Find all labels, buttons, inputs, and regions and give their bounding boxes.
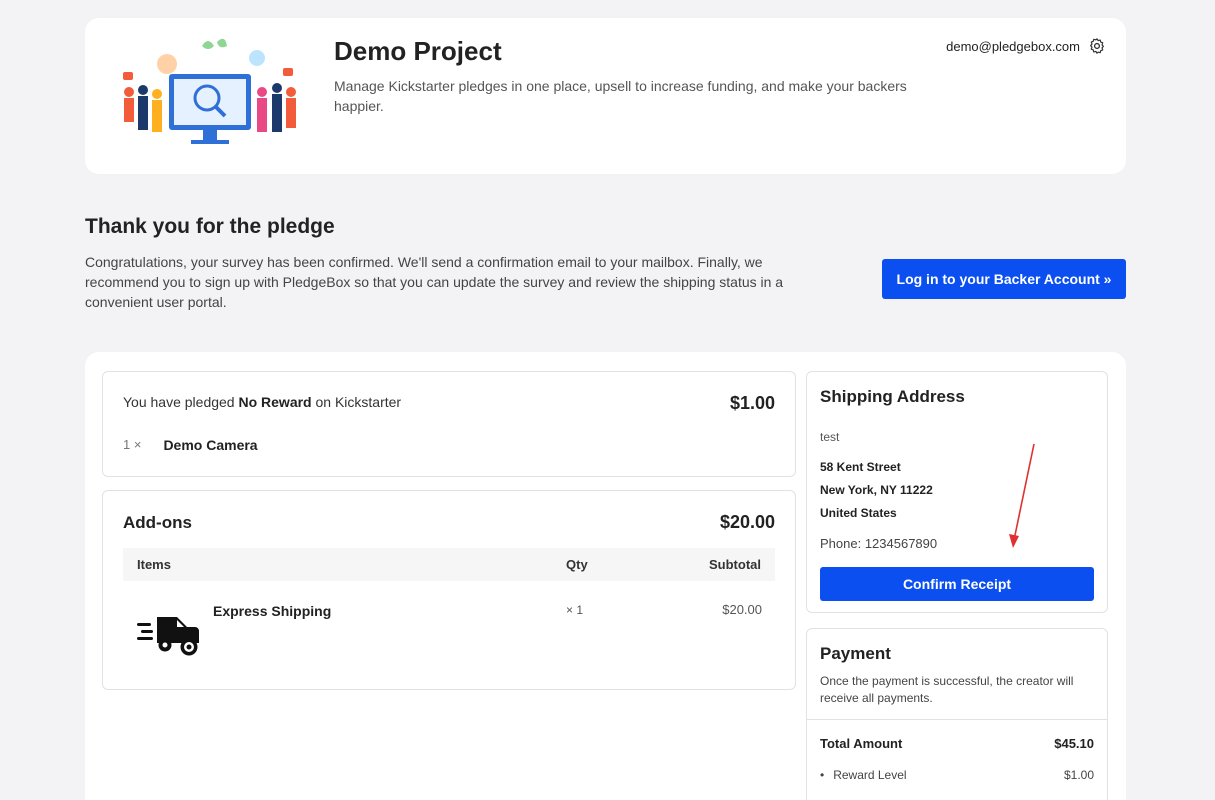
account-email[interactable]: demo@pledgebox.com <box>946 39 1080 54</box>
pledge-reward: No Reward <box>238 394 312 410</box>
project-description: Manage Kickstarter pledges in one place,… <box>334 78 907 114</box>
shipping-name: test <box>820 430 840 444</box>
pledge-item-qty: 1 × <box>123 437 142 452</box>
pledge-amount: $1.00 <box>729 393 775 413</box>
team-illustration-image <box>107 36 312 158</box>
thanks-message: Congratulations, your survey has been co… <box>85 254 784 310</box>
gear-icon[interactable] <box>1088 37 1106 55</box>
pledge-summary-card: You have pledged No Reward on Kickstarte… <box>85 352 1126 800</box>
shipping-city: New York, NY 11222 <box>820 483 933 497</box>
addons-amount: $20.00 <box>719 512 775 532</box>
account-menu[interactable]: demo@pledgebox.com <box>946 37 1106 55</box>
payment-breakdown-list: • Reward Level $1.00 <box>820 768 1094 791</box>
column-header-qty: Qty <box>566 557 588 572</box>
confirm-receipt-button[interactable]: Confirm Receipt <box>820 567 1094 601</box>
addons-title: Add-ons <box>123 513 192 532</box>
login-backer-account-button[interactable]: Log in to your Backer Account » <box>882 259 1126 299</box>
pledge-box: You have pledged No Reward on Kickstarte… <box>102 371 796 477</box>
payment-line-label: Reward Level <box>833 768 907 782</box>
annotation-arrow-icon <box>1009 443 1035 548</box>
project-title: Demo Project <box>334 36 502 66</box>
shipping-country: United States <box>820 506 897 520</box>
pledge-item-name: Demo Camera <box>163 437 258 453</box>
truck-icon <box>137 617 199 656</box>
thanks-heading: Thank you for the pledge <box>85 215 335 238</box>
payment-box: Payment Once the payment is successful, … <box>806 628 1108 800</box>
shipping-phone: Phone: 1234567890 <box>820 536 938 551</box>
total-amount-value: $45.10 <box>1054 736 1094 751</box>
addon-item-name: Express Shipping <box>213 603 332 619</box>
shipping-street: 58 Kent Street <box>820 460 901 474</box>
project-header-card: Demo Project Manage Kickstarter pledges … <box>85 18 1126 174</box>
payment-description: Once the payment is successful, the crea… <box>820 674 1074 705</box>
addon-item-subtotal: $20.00 <box>722 602 762 617</box>
divider <box>807 719 1107 720</box>
total-amount-label: Total Amount <box>820 736 903 751</box>
addon-item-qty: × 1 <box>566 603 584 617</box>
column-header-items: Items <box>137 557 171 572</box>
pledge-description: You have pledged No Reward on Kickstarte… <box>123 394 401 410</box>
pledge-suffix: on Kickstarter <box>315 394 402 410</box>
bullet-icon: • <box>820 768 825 782</box>
addons-table-header: Items Qty Subtotal <box>123 548 775 581</box>
column-header-subtotal: Subtotal <box>709 557 761 572</box>
payment-title: Payment <box>820 644 891 663</box>
list-item: • Reward Level $1.00 <box>820 768 1094 791</box>
pledge-item: 1 × Demo Camera <box>123 437 258 453</box>
addons-box: Add-ons $20.00 Items Qty Subtotal Expres… <box>102 490 796 690</box>
payment-line-value: $1.00 <box>1063 768 1094 782</box>
shipping-title: Shipping Address <box>820 387 965 406</box>
pledge-prefix: You have pledged <box>123 394 235 410</box>
shipping-address-box: Shipping Address test 58 Kent Street New… <box>806 371 1108 613</box>
